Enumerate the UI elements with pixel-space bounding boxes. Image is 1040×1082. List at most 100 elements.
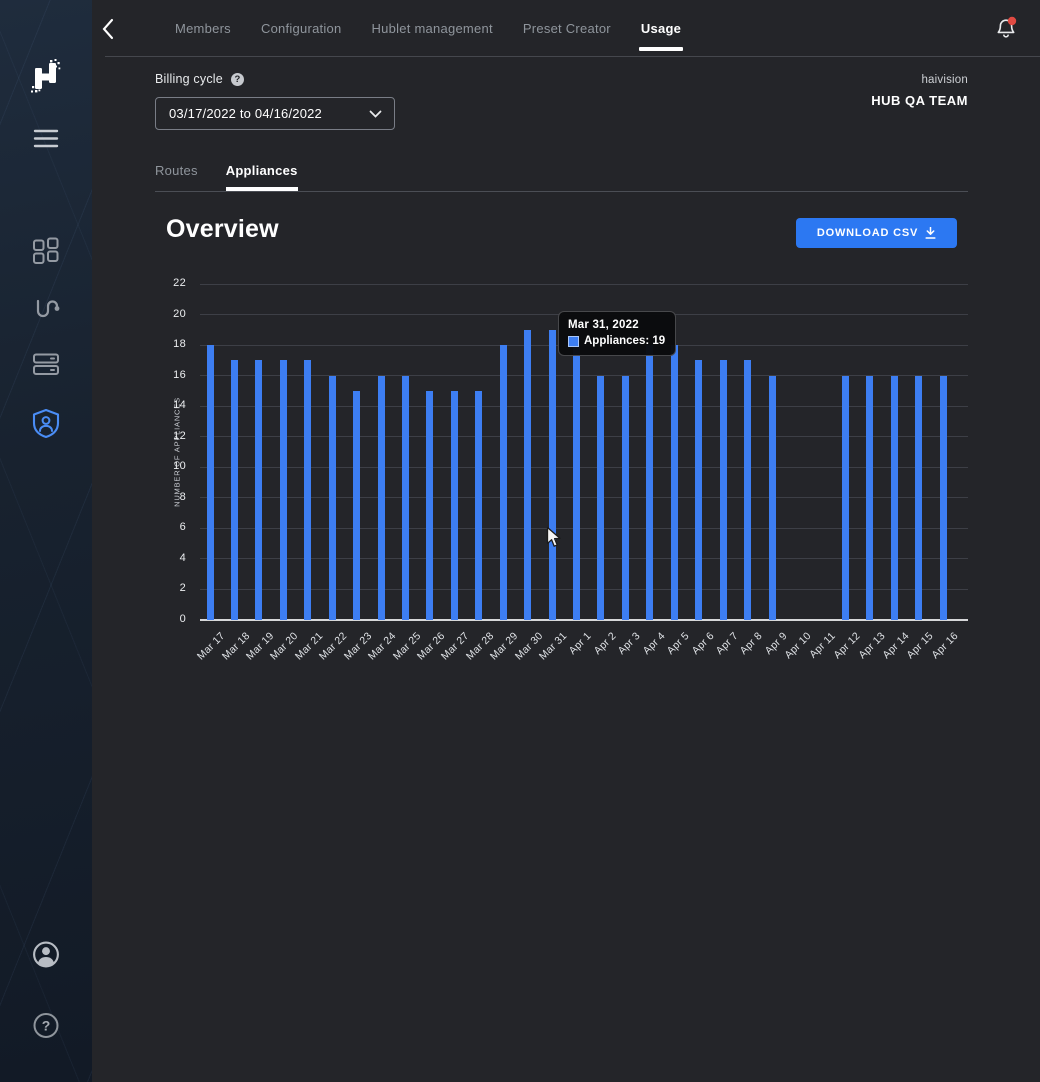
bar-apr-3[interactable]	[622, 376, 629, 620]
bar-apr-8[interactable]	[744, 360, 751, 620]
routes-icon[interactable]	[32, 294, 60, 322]
gridline	[200, 467, 968, 468]
tab-usage[interactable]: Usage	[641, 0, 681, 57]
y-tick-label: 2	[148, 582, 186, 594]
dashboard-icon[interactable]	[33, 237, 60, 264]
gridline	[200, 589, 968, 590]
bar-mar-22[interactable]	[329, 376, 336, 620]
nav-divider	[105, 56, 1040, 57]
tab-configuration[interactable]: Configuration	[261, 0, 342, 57]
bar-apr-4[interactable]	[646, 345, 653, 620]
y-tick-label: 22	[148, 277, 186, 289]
bar-apr-16[interactable]	[940, 376, 947, 620]
bar-mar-21[interactable]	[304, 360, 311, 620]
subtab-appliances[interactable]: Appliances	[226, 156, 298, 191]
top-navigation: Members Configuration Hublet management Pre…	[92, 0, 1040, 57]
bar-apr-9[interactable]	[769, 376, 776, 620]
admin-shield-icon[interactable]	[31, 408, 61, 439]
y-tick-label: 8	[148, 491, 186, 503]
app-window: ? Members Configuration Hublet management P…	[0, 0, 1040, 1082]
notifications-button[interactable]	[994, 16, 1018, 42]
bar-apr-15[interactable]	[915, 376, 922, 620]
billing-cycle-label: Billing cycle	[155, 72, 223, 86]
y-tick-label: 12	[148, 430, 186, 442]
back-button[interactable]	[102, 18, 118, 40]
gridline	[200, 406, 968, 407]
topnav-tabs: Members Configuration Hublet management Pre…	[175, 0, 681, 57]
bell-icon	[994, 16, 1018, 42]
x-tick-label: Apr 3	[616, 630, 643, 657]
bar-apr-1[interactable]	[573, 345, 580, 620]
bar-mar-20[interactable]	[280, 360, 287, 620]
bar-mar-18[interactable]	[231, 360, 238, 620]
billing-cycle-value: 03/17/2022 to 04/16/2022	[169, 106, 322, 121]
x-axis-tick-labels: Mar 17Mar 18Mar 19Mar 20Mar 21Mar 22Mar …	[200, 620, 968, 675]
bar-mar-25[interactable]	[402, 376, 409, 620]
y-tick-label: 20	[148, 308, 186, 320]
bar-mar-28[interactable]	[475, 391, 482, 620]
notification-red-dot	[1008, 17, 1016, 25]
account-info: haivision HUB QA TEAM	[871, 74, 968, 108]
billing-cycle-select[interactable]: 03/17/2022 to 04/16/2022	[155, 97, 395, 130]
usage-subtabs: Routes Appliances	[155, 156, 298, 191]
chart-tooltip: Mar 31, 2022 Appliances: 19	[558, 311, 676, 356]
x-tick-label: Apr 13	[856, 630, 887, 661]
gridline	[200, 558, 968, 559]
x-tick-label: Apr 10	[783, 630, 814, 661]
download-csv-button[interactable]: DOWNLOAD CSV	[796, 218, 957, 248]
chevron-down-icon	[369, 110, 382, 118]
y-tick-label: 14	[148, 399, 186, 411]
tab-preset-creator[interactable]: Preset Creator	[523, 0, 611, 57]
bar-mar-19[interactable]	[255, 360, 262, 620]
x-tick-label: Apr 7	[714, 630, 741, 657]
y-tick-label: 6	[148, 521, 186, 533]
x-tick-label: Apr 8	[738, 630, 765, 657]
tooltip-title: Mar 31, 2022	[568, 319, 665, 331]
tab-members[interactable]: Members	[175, 0, 231, 57]
bar-mar-26[interactable]	[426, 391, 433, 620]
download-icon	[925, 227, 936, 239]
subtab-routes[interactable]: Routes	[155, 156, 198, 191]
bar-apr-12[interactable]	[842, 376, 849, 620]
bar-mar-30[interactable]	[524, 330, 531, 620]
bar-mar-27[interactable]	[451, 391, 458, 620]
bar-mar-17[interactable]	[207, 345, 214, 620]
x-tick-label: Apr 1	[567, 630, 594, 657]
help-icon[interactable]: ?	[33, 1012, 60, 1039]
x-tick-label: Apr 2	[591, 630, 618, 657]
bar-mar-24[interactable]	[378, 376, 385, 620]
x-tick-label: Apr 5	[665, 630, 692, 657]
hamburger-menu-icon[interactable]	[33, 129, 59, 148]
subtab-divider	[155, 191, 968, 192]
bar-apr-5[interactable]	[671, 345, 678, 620]
bar-mar-29[interactable]	[500, 345, 507, 620]
bar-apr-2[interactable]	[597, 376, 604, 620]
billing-help-icon[interactable]: ?	[231, 73, 244, 86]
bar-apr-14[interactable]	[891, 376, 898, 620]
tab-hublet-management[interactable]: Hublet management	[372, 0, 493, 57]
svg-text:?: ?	[42, 1018, 51, 1034]
team-name: HUB QA TEAM	[871, 93, 968, 108]
x-tick-label: Apr 12	[832, 630, 863, 661]
user-avatar-icon[interactable]	[32, 940, 61, 969]
tooltip-value: Appliances: 19	[584, 335, 665, 347]
x-tick-label: Apr 4	[640, 630, 667, 657]
chevron-left-icon	[102, 18, 114, 40]
x-tick-label: Apr 11	[808, 630, 839, 661]
bar-apr-13[interactable]	[866, 376, 873, 620]
haivision-logo	[31, 59, 61, 95]
bar-apr-7[interactable]	[720, 360, 727, 620]
bar-apr-6[interactable]	[695, 360, 702, 620]
x-tick-label: Apr 6	[689, 630, 716, 657]
tooltip-series-swatch	[568, 336, 579, 347]
page-title: Overview	[166, 215, 279, 244]
bar-mar-23[interactable]	[353, 391, 360, 620]
appliances-icon[interactable]	[33, 353, 60, 376]
y-tick-label: 16	[148, 369, 186, 381]
gridline	[200, 497, 968, 498]
x-tick-label: Apr 16	[929, 630, 960, 661]
x-tick-label: Apr 14	[880, 630, 911, 661]
gridline	[200, 528, 968, 529]
y-axis-tick-labels: 0246810121416182022	[148, 284, 192, 620]
bar-mar-31[interactable]	[549, 330, 556, 620]
